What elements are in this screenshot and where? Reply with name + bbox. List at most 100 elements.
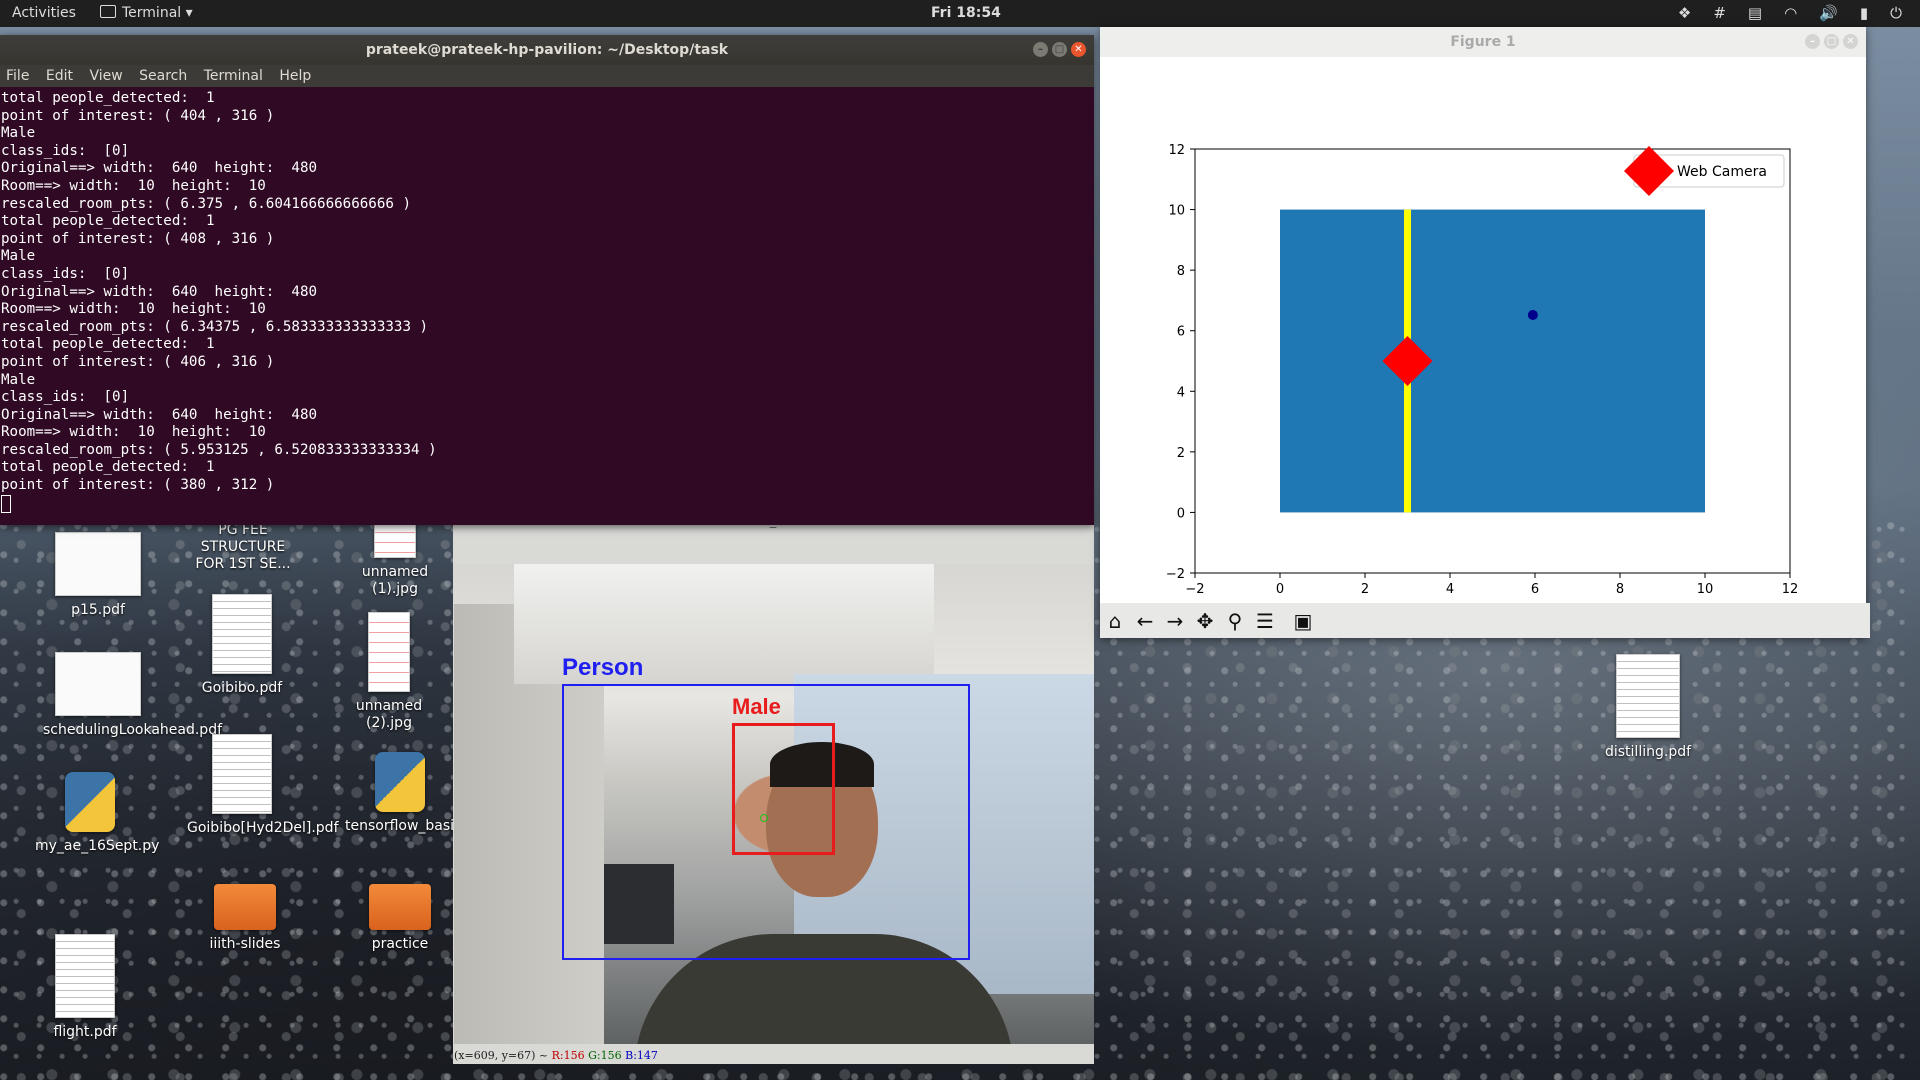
room-rectangle: [1280, 209, 1705, 513]
close-button[interactable]: ✕: [1071, 42, 1086, 57]
minimize-button[interactable]: –: [1033, 42, 1048, 57]
desktop-icon-label: Goibibo[Hyd2Del].pdf: [187, 820, 339, 836]
desktop-icon-label: distilling.pdf: [1604, 744, 1692, 760]
pixel-blue: B:147: [625, 1049, 658, 1062]
gender-label: Male: [732, 694, 781, 719]
menu-file[interactable]: File: [6, 68, 29, 84]
terminal-line: Male: [1, 248, 36, 265]
wifi-icon[interactable]: ◠: [1784, 4, 1797, 22]
terminal-line: total people_detected: 1: [1, 459, 215, 476]
camera-status-bar: (x=609, y=67) ~ R:156 G:156 B:147: [454, 1049, 658, 1062]
terminal-window[interactable]: prateek@prateek-hp-pavilion: ~/Desktop/t…: [0, 35, 1094, 525]
terminal-titlebar[interactable]: prateek@prateek-hp-pavilion: ~/Desktop/t…: [0, 35, 1094, 65]
camera-feed[interactable]: Person Male: [454, 564, 1094, 1044]
legend-label: Web Camera: [1677, 164, 1767, 180]
terminal-line: Male: [1, 125, 36, 142]
desktop-icon[interactable]: flight.pdf: [30, 934, 140, 1041]
pixel-red: R:156: [551, 1049, 585, 1062]
room-plot[interactable]: −2−2 0 0 2 2 4 4 6 6 8 8 10 10 12 12 Web Camera: [1100, 57, 1866, 603]
figure-title: Figure 1: [1450, 34, 1516, 50]
desktop-icon-label: unnamed (2).jpg: [355, 698, 423, 731]
dropbox-icon[interactable]: ❖: [1678, 4, 1691, 22]
pdf-thumbnail-icon: [212, 734, 272, 814]
terminal-line: rescaled_room_pts: ( 5.953125 , 6.520833…: [1, 441, 437, 458]
slack-icon[interactable]: #: [1713, 4, 1726, 22]
camera-window[interactable]: cam_feed Person Male (x=609, y=67) ~ R:1…: [453, 514, 1094, 1064]
close-button[interactable]: ✕: [1843, 34, 1858, 49]
desktop-icon[interactable]: my_ae_16Sept.py: [35, 772, 159, 855]
python-file-icon: [375, 752, 425, 812]
menu-view[interactable]: View: [89, 68, 122, 84]
terminal-output[interactable]: total people_detected: 1 point of interes…: [0, 87, 1094, 515]
configure-icon[interactable]: ☰: [1254, 609, 1276, 633]
volume-icon[interactable]: 🔊: [1819, 4, 1838, 22]
x-tick-label: 8: [1616, 582, 1624, 597]
desktop-icon[interactable]: unnamed (1).jpg: [340, 522, 450, 598]
terminal-line: class_ids: [0]: [1, 265, 130, 282]
update-icon[interactable]: ▤: [1748, 4, 1762, 22]
menu-terminal[interactable]: Terminal: [204, 68, 263, 84]
terminal-line: rescaled_room_pts: ( 6.375 , 6.604166666…: [1, 195, 411, 212]
figure-window[interactable]: Figure 1 – □ ✕ −2 −2 0 0 2 2 4 4 6 6 8 8 10 10 12 12 Web…: [1100, 27, 1870, 638]
terminal-line: total people_detected: 1: [1, 336, 215, 353]
desktop-icon-label: PG FEE STRUCTURE FOR 1ST SE...: [195, 522, 291, 572]
menu-edit[interactable]: Edit: [46, 68, 73, 84]
maximize-button[interactable]: □: [1824, 34, 1839, 49]
desktop-icon-label: flight.pdf: [53, 1024, 117, 1040]
menu-help[interactable]: Help: [279, 68, 311, 84]
menu-search[interactable]: Search: [139, 68, 187, 84]
desktop-icon-label: Goibibo.pdf: [201, 680, 283, 696]
desktop-icon[interactable]: practice: [345, 884, 455, 953]
terminal-title: prateek@prateek-hp-pavilion: ~/Desktop/t…: [365, 42, 729, 58]
y-tick-label: 8: [1177, 264, 1185, 279]
terminal-icon: [100, 5, 116, 18]
battery-icon[interactable]: ▮: [1860, 4, 1868, 22]
system-tray: ❖ # ▤ ◠ 🔊 ▮ ⏻: [1678, 4, 1902, 22]
zoom-icon[interactable]: ⚲: [1224, 609, 1246, 633]
desktop-icon-label: unnamed (1).jpg: [361, 564, 429, 597]
x-tick-label: 12: [1782, 582, 1799, 597]
terminal-menubar: File Edit View Search Terminal Help: [0, 65, 1094, 87]
save-icon[interactable]: ▣: [1292, 609, 1314, 633]
y-tick-label: 2: [1177, 446, 1185, 461]
desktop-icon[interactable]: iiith-slides: [190, 884, 300, 953]
person-label: Person: [562, 654, 644, 681]
app-name: Terminal: [122, 5, 182, 21]
desktop-icon[interactable]: Goibibo.pdf: [187, 594, 297, 697]
minimize-button[interactable]: –: [1805, 34, 1820, 49]
app-menu[interactable]: Terminal ▾: [100, 5, 193, 21]
point-of-interest-marker: [760, 814, 768, 822]
desktop-icon[interactable]: Goibibo[Hyd2Del].pdf: [187, 734, 339, 837]
x-tick-label: 10: [1697, 582, 1714, 597]
pixel-green: G:156: [588, 1049, 622, 1062]
figure-titlebar[interactable]: Figure 1 – □ ✕: [1100, 27, 1866, 57]
plot-toolbar: ⌂ ← → ✥ ⚲ ☰ ▣: [1100, 603, 1870, 638]
terminal-line: Male: [1, 371, 36, 388]
desktop-icon[interactable]: distilling.pdf: [1593, 654, 1703, 761]
folder-icon: [214, 884, 276, 930]
pdf-thumbnail-icon: [1616, 654, 1680, 738]
desktop-icon[interactable]: PG FEE STRUCTURE FOR 1ST SE...: [188, 522, 298, 573]
desktop-icon[interactable]: p15.pdf: [43, 532, 153, 619]
terminal-line: point of interest: ( 380 , 312 ): [1, 477, 275, 494]
terminal-line: point of interest: ( 406 , 316 ): [1, 353, 275, 370]
home-icon[interactable]: ⌂: [1104, 609, 1126, 633]
y-tick-label: 6: [1177, 325, 1185, 340]
terminal-line: total people_detected: 1: [1, 90, 215, 106]
pan-icon[interactable]: ✥: [1194, 609, 1216, 633]
x-tick-label: 0: [1276, 582, 1284, 597]
activities-button[interactable]: Activities: [12, 5, 76, 21]
desktop-icon[interactable]: schedulingLookahead.pdf: [43, 652, 222, 739]
desktop-icon[interactable]: unnamed (2).jpg: [334, 612, 444, 732]
desktop-icon[interactable]: tensorflow_basic.py: [345, 752, 483, 835]
x-tick-label: 2: [1361, 582, 1369, 597]
back-icon[interactable]: ←: [1134, 609, 1156, 633]
power-icon[interactable]: ⏻: [1890, 4, 1902, 22]
maximize-button[interactable]: □: [1052, 42, 1067, 57]
terminal-line: rescaled_room_pts: ( 6.34375 , 6.5833333…: [1, 318, 429, 335]
y-tick-label: 12: [1168, 143, 1185, 158]
python-file-icon: [65, 772, 115, 832]
clock[interactable]: Fri 18:54: [931, 5, 1001, 21]
terminal-line: Room==> width: 10 height: 10: [1, 177, 266, 194]
forward-icon[interactable]: →: [1164, 609, 1186, 633]
